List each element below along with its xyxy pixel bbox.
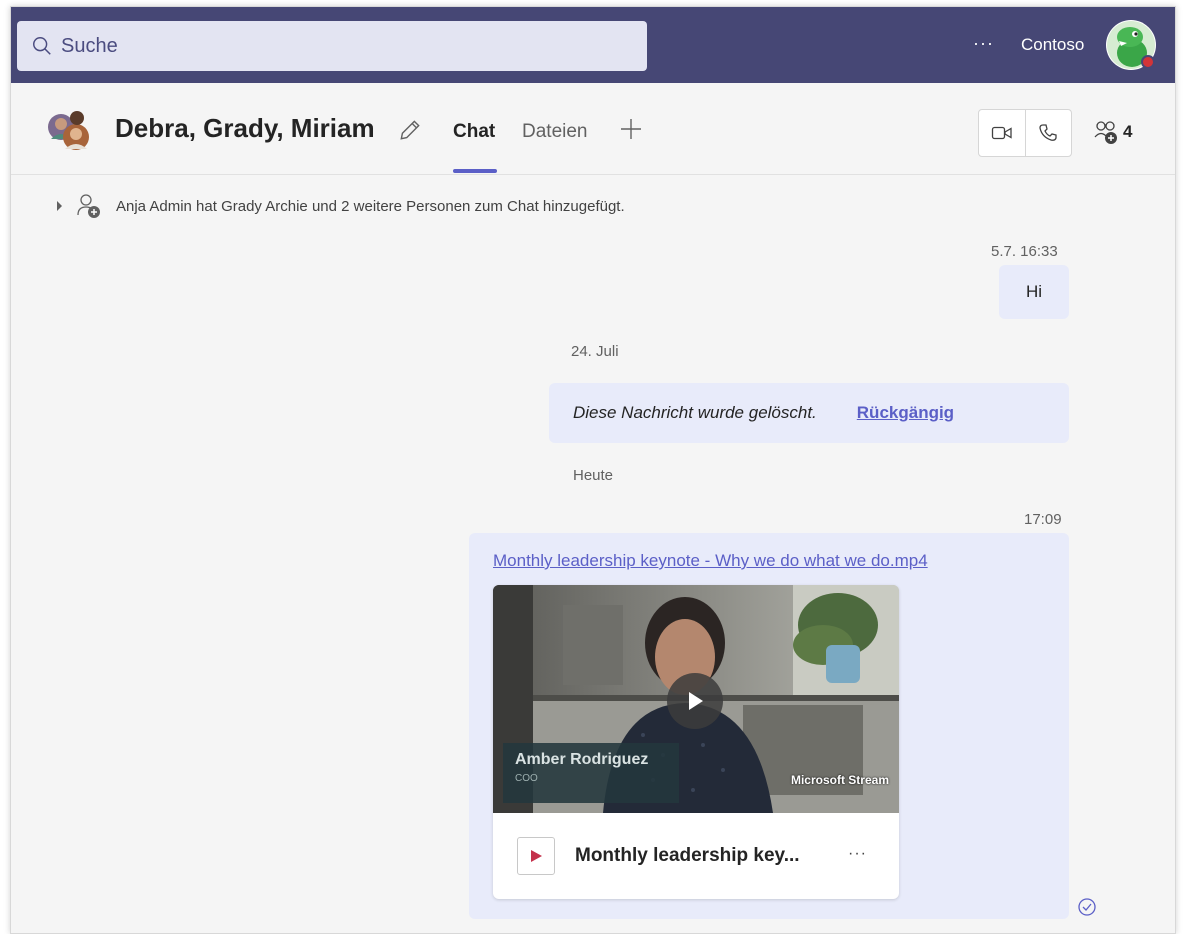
message-timestamp: 17:09 — [1024, 511, 1062, 528]
presenter-role: COO — [515, 773, 538, 784]
date-separator: 24. Juli — [571, 343, 619, 360]
people-add-icon — [1094, 121, 1117, 144]
search-box[interactable]: Suche — [17, 21, 647, 71]
teams-window: Suche ··· Contoso Debra, Grady, Miriam C… — [10, 6, 1176, 934]
video-message-bubble: Monthly leadership keynote - Why we do w… — [469, 533, 1069, 919]
message-timestamp: 5.7. 16:33 — [991, 243, 1058, 260]
add-tab-icon[interactable] — [619, 117, 643, 141]
top-bar: Suche ··· Contoso — [11, 7, 1175, 83]
date-separator-today: Heute — [573, 467, 614, 484]
play-button[interactable] — [667, 673, 723, 729]
video-thumbnail[interactable]: Amber Rodriguez COO Microsoft Stream — [493, 585, 899, 813]
phone-icon — [1039, 124, 1057, 141]
tab-chat[interactable]: Chat — [453, 121, 495, 143]
audio-call-button[interactable] — [1024, 110, 1072, 156]
read-receipt-icon — [1078, 898, 1096, 916]
search-placeholder: Suche — [61, 34, 118, 57]
pencil-icon[interactable] — [397, 117, 423, 143]
system-message: Anja Admin hat Grady Archie und 2 weiter… — [57, 193, 625, 219]
video-card[interactable]: Amber Rodriguez COO Microsoft Stream Mon… — [493, 585, 899, 899]
video-call-button[interactable] — [979, 110, 1025, 156]
deleted-message-bubble: Diese Nachricht wurde gelöscht. Rückgäng… — [549, 383, 1069, 443]
card-more-button[interactable]: ··· — [848, 845, 867, 863]
person-add-icon — [77, 194, 100, 218]
user-avatar[interactable] — [1105, 19, 1157, 71]
video-card-footer: Monthly leadership key... ··· — [493, 813, 899, 899]
stream-brand-label: Microsoft Stream — [790, 773, 889, 787]
video-card-title: Monthly leadership key... — [575, 845, 800, 866]
undo-link[interactable]: Rückgängig — [857, 403, 954, 423]
deleted-message-text: Diese Nachricht wurde gelöscht. — [573, 403, 817, 422]
search-icon — [33, 37, 51, 55]
participants-button[interactable]: 4 — [1093, 119, 1132, 145]
participant-count: 4 — [1123, 122, 1133, 141]
more-options-button[interactable]: ··· — [973, 33, 994, 54]
org-name[interactable]: Contoso — [1021, 35, 1084, 55]
active-tab-indicator — [453, 169, 497, 173]
video-file-link[interactable]: Monthly leadership keynote - Why we do w… — [493, 551, 928, 571]
message-text: Hi — [1025, 282, 1043, 301]
presenter-lower-third: Amber Rodriguez COO — [503, 743, 679, 803]
tab-files[interactable]: Dateien — [522, 121, 588, 143]
video-camera-icon — [991, 126, 1012, 140]
call-buttons — [978, 109, 1072, 157]
chat-header: Debra, Grady, Miriam Chat Dateien 4 — [11, 83, 1175, 175]
expand-caret-icon[interactable] — [57, 201, 62, 211]
system-message-text: Anja Admin hat Grady Archie und 2 weiter… — [116, 197, 625, 215]
stream-file-icon — [517, 837, 555, 875]
presenter-name: Amber Rodriguez — [515, 751, 649, 768]
group-avatar — [48, 111, 89, 150]
play-icon — [689, 692, 703, 710]
chat-title: Debra, Grady, Miriam — [115, 113, 375, 143]
message-bubble[interactable]: Hi — [999, 265, 1069, 319]
